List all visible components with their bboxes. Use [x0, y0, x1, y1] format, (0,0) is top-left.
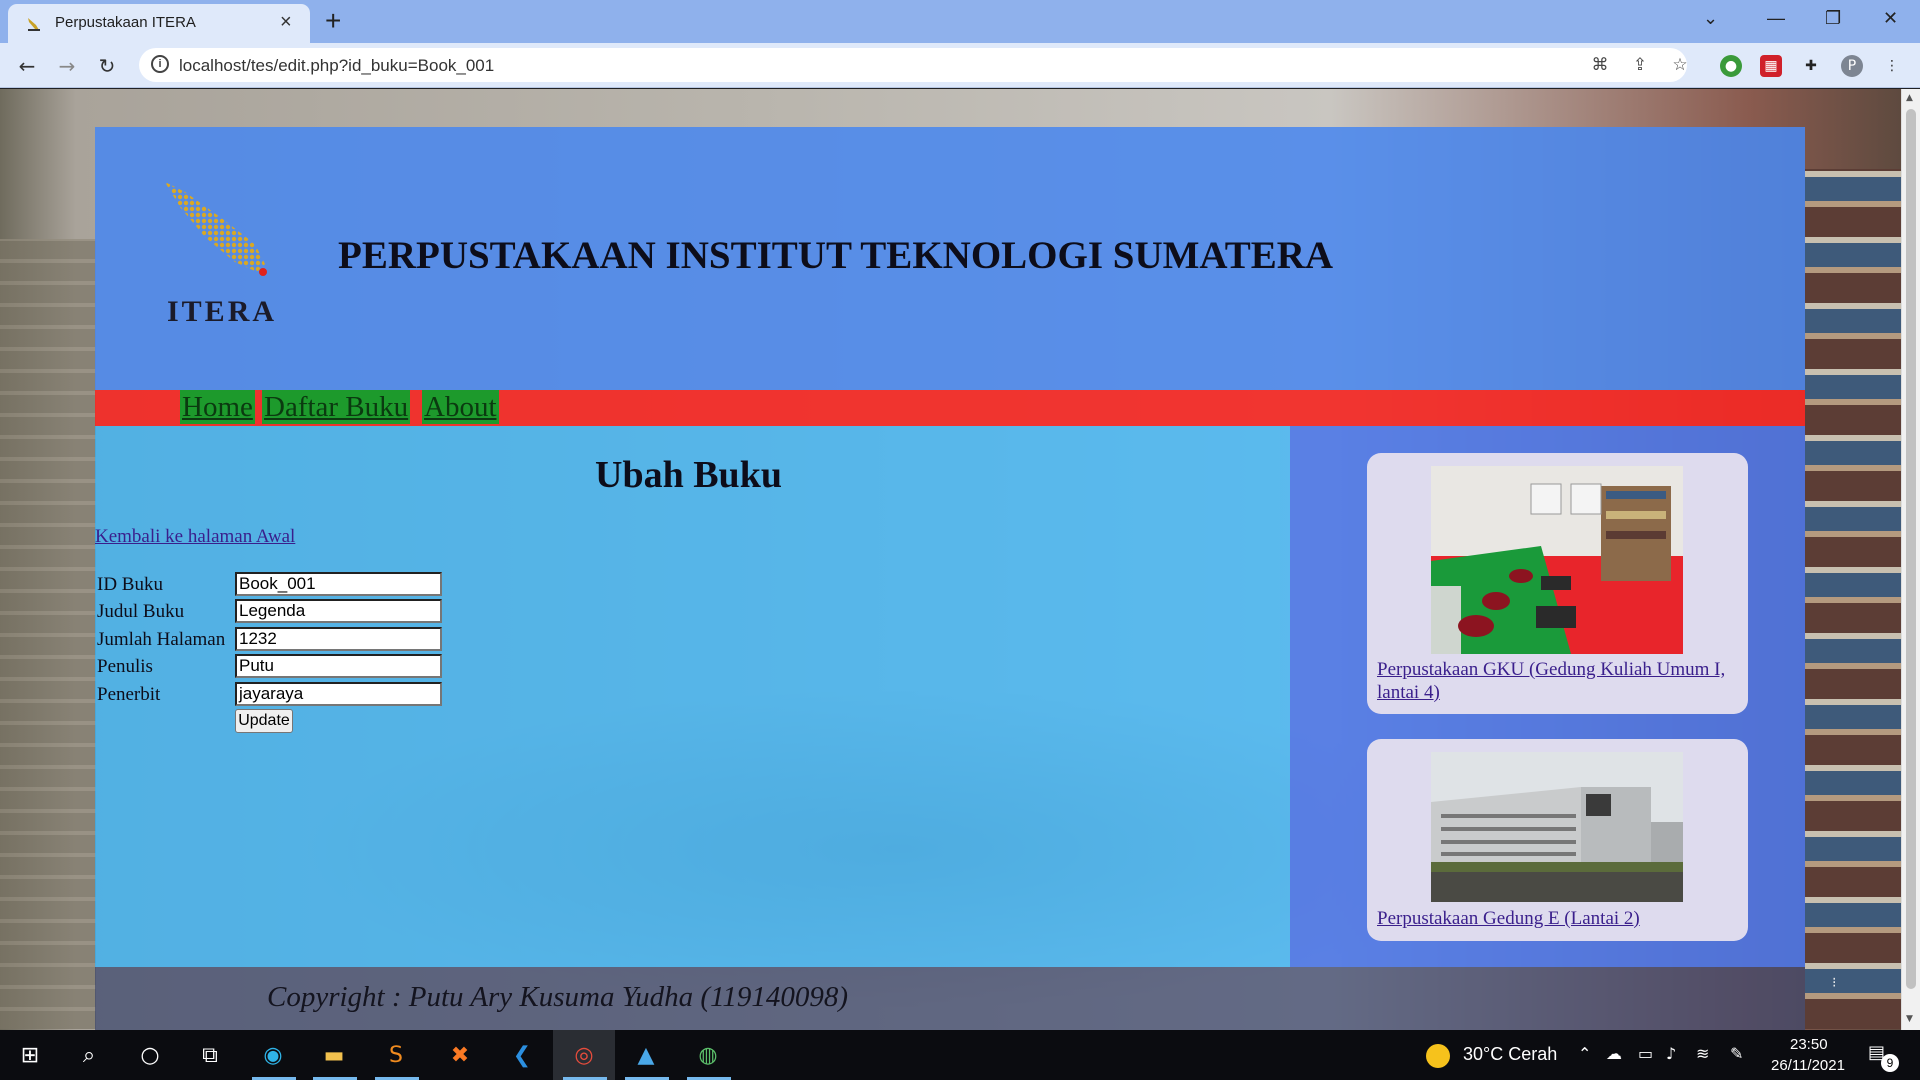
start-icon[interactable]: ⊞	[14, 1040, 46, 1072]
address-bar[interactable]: i localhost/tes/edit.php?id_buku=Book_00…	[139, 48, 1688, 82]
site-title: PERPUSTAKAAN INSTITUT TEKNOLOGI SUMATERA	[338, 234, 1334, 277]
xampp-icon[interactable]: ✖	[444, 1040, 476, 1072]
vscode-icon[interactable]: ❮	[506, 1040, 538, 1072]
battery-icon[interactable]: ▭	[1638, 1044, 1653, 1063]
tab-close-icon[interactable]: ×	[280, 12, 292, 32]
scroll-up-icon[interactable]: ▲	[1906, 93, 1913, 103]
library-card-gedung-e: Perpustakaan Gedung E (Lantai 2)	[1367, 739, 1748, 941]
logo-text: ITERA	[167, 295, 278, 328]
scroll-down-icon[interactable]: ▼	[1906, 1014, 1913, 1024]
nav-about-link[interactable]: About	[422, 390, 499, 424]
close-window-button[interactable]: ✕	[1883, 6, 1898, 30]
library-interior-photo[interactable]	[1431, 466, 1683, 654]
scroll-thumb[interactable]	[1906, 109, 1916, 989]
browser-toolbar: ← → ↻ i localhost/tes/edit.php?id_buku=B…	[0, 43, 1920, 88]
pen-icon[interactable]: ✎	[1730, 1044, 1743, 1063]
cortana-icon[interactable]: ○	[134, 1040, 166, 1072]
page-heading: Ubah Buku	[595, 454, 782, 496]
back-to-home-link[interactable]: Kembali ke halaman Awal	[95, 526, 295, 548]
task-view-icon[interactable]: ⧉	[194, 1040, 226, 1072]
label-jumlah-halaman: Jumlah Halaman	[97, 629, 226, 650]
globe-app-icon[interactable]: ◍	[692, 1040, 724, 1072]
browser-tab[interactable]: Perpustakaan ITERA ×	[8, 4, 310, 43]
extensions-puzzle-icon[interactable]: ✚	[1800, 55, 1822, 77]
sublime-text-icon[interactable]: S	[380, 1040, 412, 1072]
share-icon[interactable]: ⇪	[1629, 54, 1651, 76]
cursor-mark-icon: ⁝	[1832, 974, 1837, 990]
back-arrow-icon[interactable]: ←	[12, 51, 42, 81]
weather-text[interactable]: 30°C Cerah	[1463, 1044, 1557, 1065]
main-navbar: Home Daftar Buku About	[95, 390, 1805, 426]
onedrive-icon[interactable]: ☁	[1606, 1044, 1622, 1063]
search-icon[interactable]: ⌕	[73, 1040, 105, 1072]
file-explorer-icon[interactable]: ▬	[318, 1040, 350, 1072]
library-card-gku: Perpustakaan GKU (Gedung Kuliah Umum I, …	[1367, 453, 1748, 714]
notification-count-badge: 9	[1881, 1054, 1899, 1072]
address-url[interactable]: localhost/tes/edit.php?id_buku=Book_001	[179, 56, 494, 76]
weather-sun-icon[interactable]	[1426, 1044, 1450, 1068]
nav-daftar-buku-link[interactable]: Daftar Buku	[262, 390, 411, 424]
profile-avatar[interactable]: P	[1841, 55, 1863, 77]
browser-menu-icon[interactable]: ⋮	[1881, 55, 1903, 77]
tab-search-icon[interactable]: ⌄	[1703, 6, 1718, 30]
building-exterior-photo[interactable]	[1431, 752, 1683, 902]
library-interior-image	[1431, 466, 1683, 654]
photos-icon[interactable]: ▲	[630, 1040, 662, 1072]
windows-taskbar: ⊞ ⌕ ○ ⧉ ◉ ▬ S ✖ ❮ ◎ ▲ ◍ 30°C Cerah ⌃ ☁ ▭…	[0, 1030, 1920, 1080]
update-button[interactable]: Update	[235, 709, 293, 733]
label-penerbit: Penerbit	[97, 684, 161, 705]
reload-icon[interactable]: ↻	[92, 51, 122, 81]
input-judul-buku[interactable]: Legenda	[235, 599, 442, 623]
library-gku-link[interactable]: Perpustakaan GKU (Gedung Kuliah Umum I, …	[1377, 658, 1739, 704]
copyright-text: Copyright : Putu Ary Kusuma Yudha (11914…	[267, 981, 849, 1013]
forward-arrow-icon[interactable]: →	[52, 51, 82, 81]
chrome-icon[interactable]: ◎	[568, 1040, 600, 1072]
label-id-buku: ID Buku	[97, 574, 163, 595]
label-penulis: Penulis	[97, 656, 153, 677]
edge-icon[interactable]: ◉	[257, 1040, 289, 1072]
page-scrollbar[interactable]: ▲ ▼	[1901, 89, 1920, 1030]
clock-time[interactable]: 23:50	[1790, 1036, 1828, 1053]
label-judul-buku: Judul Buku	[97, 601, 185, 622]
site-header: ITERA PERPUSTAKAAN INSTITUT TEKNOLOGI SU…	[95, 127, 1805, 390]
background-shelves-left	[0, 239, 96, 1029]
wifi-icon[interactable]: ≋	[1696, 1044, 1709, 1063]
background-shelves-right	[1805, 169, 1901, 1029]
site-info-icon[interactable]: i	[151, 55, 169, 73]
site-footer: Copyright : Putu Ary Kusuma Yudha (11914…	[95, 967, 1805, 1030]
browser-tab-strip: Perpustakaan ITERA × + ⌄ — ❐ ✕	[0, 0, 1920, 43]
library-gedung-e-link[interactable]: Perpustakaan Gedung E (Lantai 2)	[1377, 907, 1640, 930]
bookmark-star-icon[interactable]: ☆	[1669, 54, 1691, 76]
input-jumlah-halaman[interactable]: 1232	[235, 627, 442, 651]
page-viewport: ITERA PERPUSTAKAAN INSTITUT TEKNOLOGI SU…	[0, 89, 1901, 1030]
building-exterior-image	[1431, 752, 1683, 902]
maximize-button[interactable]: ❐	[1825, 6, 1841, 30]
itera-favicon-icon	[28, 18, 40, 31]
clock-date[interactable]: 26/11/2021	[1771, 1057, 1845, 1074]
tray-chevron-icon[interactable]: ⌃	[1578, 1044, 1591, 1063]
volume-icon[interactable]: ♪	[1666, 1044, 1676, 1063]
nav-home-link[interactable]: Home	[180, 390, 255, 424]
input-penulis[interactable]: Putu	[235, 654, 442, 678]
tab-title: Perpustakaan ITERA	[55, 14, 196, 31]
input-penerbit[interactable]: jayaraya	[235, 682, 442, 706]
input-id-buku[interactable]: Book_001	[235, 572, 442, 596]
minimize-button[interactable]: —	[1767, 6, 1785, 30]
translate-icon[interactable]: ⌘	[1589, 54, 1611, 76]
itera-logo-icon	[165, 182, 267, 276]
new-tab-button[interactable]: +	[325, 6, 341, 36]
extension-red-icon[interactable]: ▦	[1760, 55, 1782, 77]
extension-globe-icon[interactable]: ●	[1720, 55, 1742, 77]
